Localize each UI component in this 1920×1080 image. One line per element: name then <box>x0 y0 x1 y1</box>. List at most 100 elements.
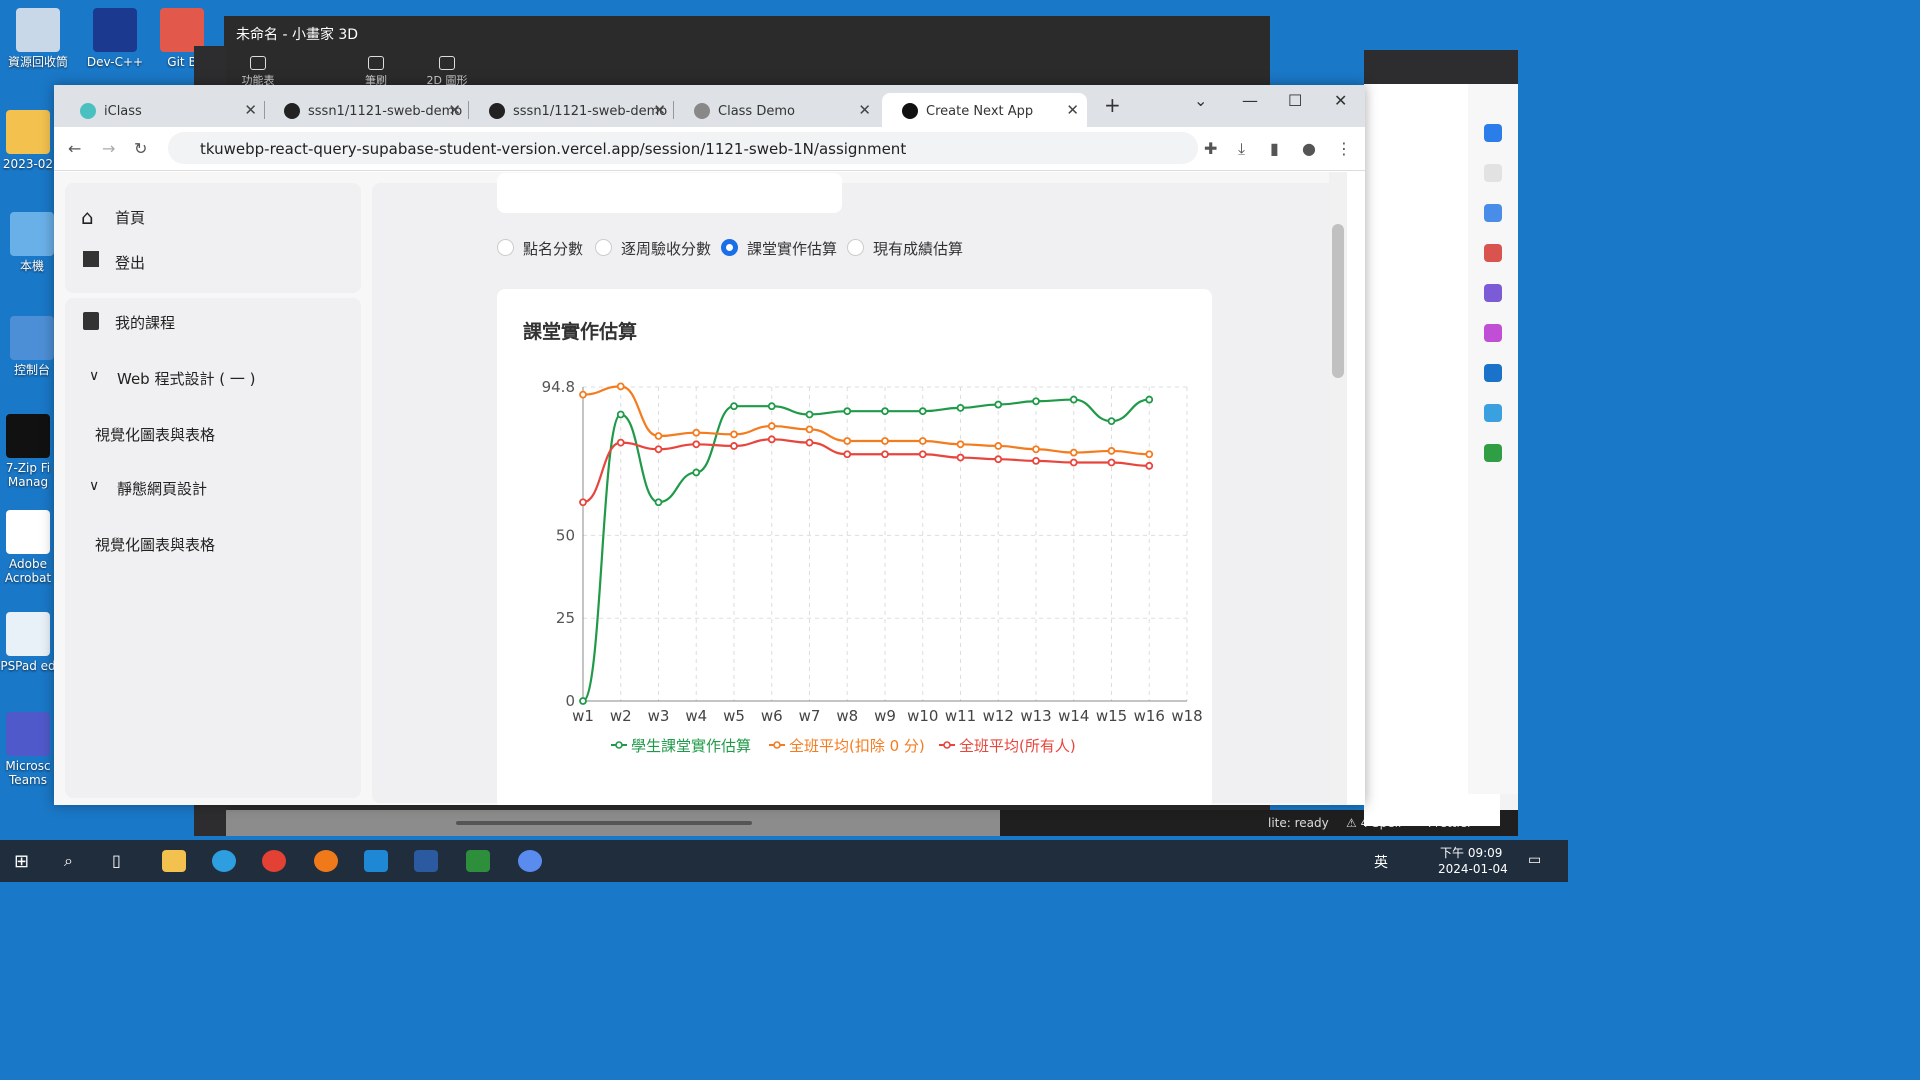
x-tick-label: w5 <box>723 707 745 725</box>
data-point <box>956 440 965 449</box>
menu-icon[interactable]: ⋮ <box>1336 139 1352 158</box>
search-icon[interactable] <box>1484 164 1502 182</box>
maximize-button[interactable]: ☐ <box>1288 91 1302 110</box>
tab-github-1[interactable]: sssn1/1121-sweb-demo ✕ <box>264 93 469 127</box>
data-point <box>616 438 625 447</box>
close-icon[interactable]: ✕ <box>448 101 461 119</box>
sidebar-course-web[interactable]: Web 程式設計 ( 一 ) <box>117 368 255 389</box>
chevron-down-icon[interactable]: ∨ <box>89 478 99 494</box>
x-tick-label: w7 <box>799 707 821 725</box>
vscode-icon[interactable] <box>364 850 388 872</box>
desktop-icon-7zip[interactable]: 7-Zip Fi Manag <box>0 414 56 489</box>
back-icon[interactable]: ← <box>68 139 81 158</box>
forward-icon[interactable]: → <box>102 139 115 158</box>
close-window-button[interactable]: ✕ <box>1334 91 1347 110</box>
data-point <box>1032 445 1040 454</box>
sidebar-course-static[interactable]: 靜態網頁設計 <box>117 478 207 499</box>
paint3d-title: 未命名 - 小畫家 3D <box>236 27 359 43</box>
office-icon[interactable] <box>1484 324 1502 342</box>
extensions-icon[interactable]: ✚ <box>1204 139 1217 158</box>
close-icon[interactable]: ✕ <box>653 101 666 119</box>
scrollbar-thumb[interactable] <box>456 821 752 825</box>
data-point <box>1145 395 1154 404</box>
clock-time[interactable]: 下午 09:09 <box>1440 844 1502 861</box>
new-tab-button[interactable]: + <box>1104 93 1121 117</box>
address-bar[interactable]: tkuwebp-react-query-supabase-student-ver… <box>168 132 1198 164</box>
y-tick-label: 94.8 <box>542 378 575 396</box>
tree-icon[interactable] <box>1484 444 1502 462</box>
desktop-icon-this-pc[interactable]: 本機 <box>4 212 60 273</box>
data-point <box>730 402 738 411</box>
copilot-icon[interactable] <box>1484 124 1502 142</box>
tab-create-next-app[interactable]: Create Next App ✕ <box>882 93 1087 127</box>
task-view-icon[interactable]: ▯ <box>112 851 121 870</box>
toolbox-icon[interactable] <box>1484 244 1502 262</box>
send-icon[interactable] <box>1484 404 1502 422</box>
page-scrollbar[interactable] <box>1329 172 1347 805</box>
games-icon[interactable] <box>1484 284 1502 302</box>
desktop-icon-devcpp[interactable]: Dev-C++ <box>80 8 150 69</box>
paint3d-toolbar: 功能表 筆刷 2D 圖形 <box>224 56 1270 88</box>
paint3d-scrollbar[interactable] <box>224 810 1000 836</box>
download-icon[interactable]: ⤓ <box>1238 139 1245 159</box>
tab-iclass[interactable]: iClass ✕ <box>60 93 265 127</box>
search-icon[interactable]: ⌕ <box>64 851 73 871</box>
radio-current[interactable]: 現有成績估算 <box>847 238 963 258</box>
ime-indicator[interactable]: 英 <box>1374 852 1388 872</box>
status-ready[interactable]: lite: ready <box>1268 816 1329 830</box>
desktop-icon-pspad[interactable]: PSPad ed <box>0 612 56 673</box>
desktop-icon-control-panel[interactable]: 控制台 <box>4 316 60 377</box>
line-chart: 0255094.8w1 w2 w3 w4 w5 w6 w7 w8 w9 w10 w11 w12 w13 w… <box>542 378 1203 755</box>
edge-icon[interactable] <box>212 850 236 872</box>
file-explorer-icon[interactable] <box>162 850 186 872</box>
data-point <box>579 697 587 705</box>
desktop-icon-acrobat[interactable]: Adobe Acrobat <box>0 510 56 585</box>
radio-weekly[interactable]: 逐周驗收分數 <box>595 238 711 258</box>
edge-window[interactable] <box>1364 50 1518 826</box>
profile-icon[interactable]: ● <box>1302 139 1316 158</box>
tab-class-demo[interactable]: Class Demo ✕ <box>674 93 879 127</box>
chevron-down-icon[interactable]: ∨ <box>89 368 99 384</box>
minimize-button[interactable]: — <box>1242 91 1258 110</box>
radio-attendance[interactable]: 點名分數 <box>497 238 583 258</box>
data-point <box>956 403 965 412</box>
git-icon[interactable] <box>466 850 490 872</box>
sidebar-course-web-item[interactable]: 視覺化圖表與表格 <box>95 424 215 445</box>
scrollbar-thumb[interactable] <box>1332 224 1344 378</box>
chrome-icon[interactable] <box>262 850 286 872</box>
close-icon[interactable]: ✕ <box>1066 101 1079 119</box>
close-icon[interactable]: ✕ <box>244 101 257 119</box>
chrome-window[interactable]: iClass ✕ sssn1/1121-sweb-demo ✕ sssn1/1121… <box>54 85 1365 805</box>
desktop-icon-recycle-bin[interactable]: 資源回收筒 <box>3 8 73 69</box>
x-tick-label: w12 <box>983 707 1014 725</box>
paint3d-menu-button[interactable]: 功能表 <box>236 56 280 88</box>
sidebar-item-home[interactable]: 首頁 <box>115 207 145 228</box>
desktop-icon-teams[interactable]: Microsc Teams <box>0 712 56 787</box>
tab-github-2[interactable]: sssn1/1121-sweb-demo ✕ <box>469 93 674 127</box>
legend-marker-dot <box>615 741 623 749</box>
side-panel-icon[interactable]: ▮ <box>1270 139 1279 158</box>
edge-titlebar <box>1364 50 1518 84</box>
clock-date[interactable]: 2024-01-04 <box>1438 862 1508 876</box>
book-icon <box>83 312 99 330</box>
x-tick-label: w14 <box>1058 707 1089 725</box>
paint3d-brush-button[interactable]: 筆刷 <box>354 56 398 88</box>
reload-icon[interactable]: ↻ <box>134 139 147 158</box>
radio-classwork[interactable]: 課堂實作估算 <box>721 238 837 258</box>
paint3d-icon[interactable] <box>518 850 542 872</box>
sidebar-item-logout[interactable]: 登出 <box>115 252 145 273</box>
notification-icon[interactable]: ▭ <box>1528 852 1541 868</box>
close-icon[interactable]: ✕ <box>858 101 871 119</box>
app-icon[interactable] <box>414 850 438 872</box>
y-tick-label: 25 <box>556 609 575 627</box>
sidebar-course-static-item[interactable]: 視覺化圖表與表格 <box>95 534 215 555</box>
data-point <box>654 432 663 440</box>
tag-icon[interactable] <box>1484 204 1502 222</box>
windows-start-icon[interactable]: ⊞ <box>14 851 29 872</box>
firefox-icon[interactable] <box>314 850 338 872</box>
desktop-icon-folder[interactable]: 2023-02 <box>0 110 56 171</box>
logout-icon <box>83 251 99 267</box>
outlook-icon[interactable] <box>1484 364 1502 382</box>
paint3d-2d-button[interactable]: 2D 圖形 <box>422 56 472 88</box>
tab-search-icon[interactable]: ⌄ <box>1194 91 1207 110</box>
